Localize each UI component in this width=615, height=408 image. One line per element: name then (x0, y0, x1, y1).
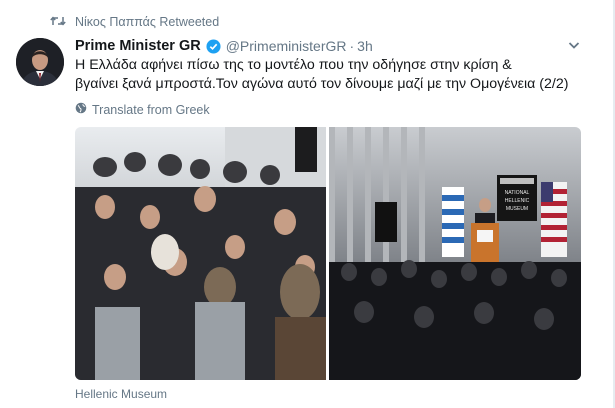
verified-badge-icon (206, 38, 221, 54)
translate-link[interactable]: Translate from Greek (75, 102, 210, 117)
globe-icon (75, 102, 87, 117)
museum-sign-line-2: HELLENIC (505, 198, 530, 204)
tweet-text-line-1: Η Ελλάδα αφήνει πίσω της το μοντέλο που … (75, 57, 512, 73)
tweet-text-line-2: βγαίνει ξανά μπροστά.Τον αγώνα αυτό τον … (75, 76, 569, 92)
retweet-icon (50, 15, 66, 30)
author-handle[interactable]: @PrimeministerGR (226, 38, 347, 54)
header-separator: · (349, 38, 355, 54)
greek-flag (442, 187, 464, 257)
location-link[interactable]: Hellenic Museum (75, 387, 167, 401)
photo-podium[interactable]: NATIONAL HELLENIC MUSEUM (329, 127, 581, 380)
museum-sign-line-3: MUSEUM (506, 206, 528, 212)
author-name[interactable]: Prime Minister GR (75, 38, 201, 54)
us-flag (541, 182, 567, 257)
museum-sign: NATIONAL HELLENIC MUSEUM (497, 175, 537, 221)
museum-sign-line-1: NATIONAL (505, 190, 530, 196)
retweeter-text[interactable]: Νίκος Παππάς Retweeted (75, 15, 219, 29)
avatar[interactable] (16, 38, 64, 86)
tweet-text: Η Ελλάδα αφήνει πίσω της το μοντέλο που … (75, 56, 595, 94)
tweet-timestamp[interactable]: 3h (357, 38, 373, 54)
photo-crowd[interactable] (75, 127, 326, 380)
retweet-context: Νίκος Παππάς Retweeted (50, 13, 219, 31)
chevron-down-icon[interactable] (567, 38, 581, 57)
tweet-media: NATIONAL HELLENIC MUSEUM (75, 127, 581, 380)
translate-label[interactable]: Translate from Greek (92, 103, 210, 117)
tweet-header: Prime Minister GR @PrimeministerGR · 3h (75, 36, 373, 56)
